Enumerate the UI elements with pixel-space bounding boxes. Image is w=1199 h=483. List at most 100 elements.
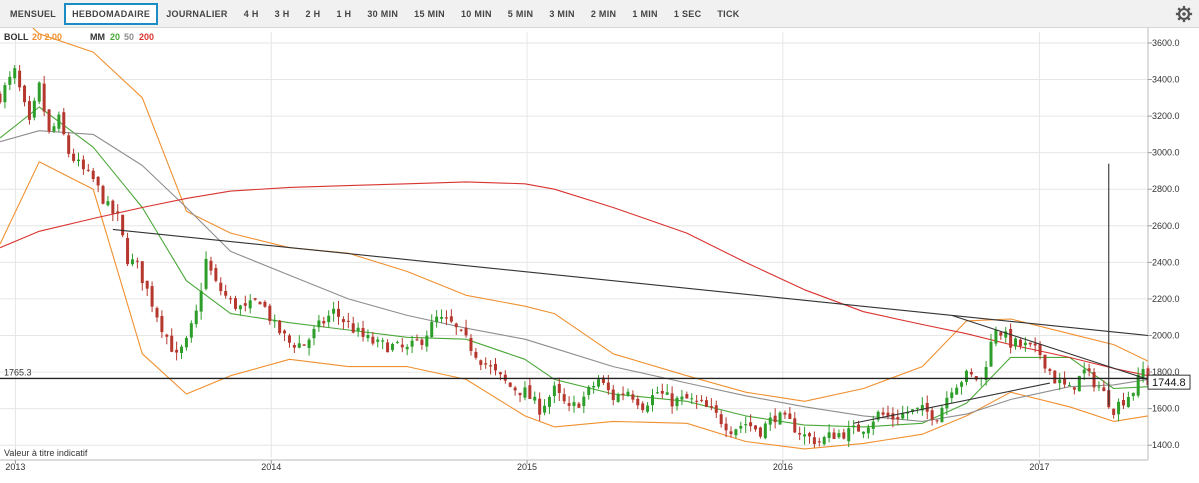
- timeframe-tab[interactable]: HEBDOMADAIRE: [64, 3, 159, 25]
- timeframe-tab[interactable]: 15 MIN: [406, 3, 453, 25]
- x-tick-label: 2016: [773, 462, 793, 472]
- candle-body: [390, 344, 394, 351]
- mm200-param: 200: [139, 32, 154, 42]
- candle-body: [812, 437, 816, 445]
- candle-body: [67, 135, 71, 154]
- candle-body: [533, 396, 537, 401]
- candle-body: [1141, 368, 1145, 378]
- candle-body: [1068, 385, 1072, 387]
- candle-body: [248, 300, 252, 309]
- candle-body: [866, 427, 870, 434]
- candle-body: [400, 344, 404, 348]
- candle-body: [278, 320, 282, 334]
- candle-body: [665, 392, 669, 395]
- candle-body: [763, 423, 767, 439]
- boll-label: BOLL: [4, 32, 29, 42]
- gear-icon[interactable]: [1175, 5, 1193, 23]
- timeframe-tab[interactable]: 3 H: [267, 3, 298, 25]
- timeframe-tab[interactable]: 2 H: [298, 3, 329, 25]
- candle-body: [1053, 370, 1057, 384]
- candle-body: [832, 432, 836, 439]
- price-chart[interactable]: 1765.3 1744.8 3600.0 3400.0 3200.0 3000.0 28…: [0, 28, 1199, 483]
- candle-body: [130, 259, 134, 265]
- candle-body: [150, 286, 154, 307]
- candle-body: [440, 316, 444, 319]
- candle-body: [798, 432, 802, 435]
- candle-body: [572, 402, 576, 406]
- candle-body: [86, 169, 90, 171]
- candle-body: [454, 323, 458, 328]
- timeframe-tab[interactable]: 2 MIN: [583, 3, 625, 25]
- candle-body: [641, 403, 645, 411]
- candle-body: [287, 335, 291, 343]
- candle-body: [616, 394, 620, 402]
- candle-body: [1043, 354, 1047, 369]
- timeframe-tab[interactable]: 30 MIN: [359, 3, 406, 25]
- candle-body: [1131, 393, 1135, 397]
- timeframe-tab[interactable]: JOURNALIER: [158, 3, 236, 25]
- candle-body: [577, 403, 581, 408]
- timeframe-tab[interactable]: 4 H: [236, 3, 267, 25]
- candle-body: [793, 418, 797, 433]
- candle-body: [224, 291, 228, 296]
- candle-body: [945, 397, 949, 409]
- candle-body: [72, 153, 76, 161]
- candle-body: [621, 393, 625, 395]
- candle-body: [361, 328, 365, 337]
- candle-body: [704, 400, 708, 407]
- timeframe-tab[interactable]: 1 MIN: [624, 3, 666, 25]
- candle-body: [405, 346, 409, 350]
- y-tick-label: 2800.0: [1152, 184, 1180, 194]
- candle-body: [135, 260, 139, 262]
- candle-body: [106, 201, 110, 206]
- candle-body: [847, 428, 851, 442]
- candle-body: [165, 334, 169, 337]
- candle-body: [204, 258, 208, 289]
- candle-body: [219, 282, 223, 292]
- candle-body: [871, 421, 875, 429]
- candle-body: [631, 394, 635, 400]
- candle-body: [62, 112, 66, 135]
- candle-body: [170, 335, 174, 352]
- candle-body: [587, 386, 591, 395]
- candle-body: [852, 425, 856, 428]
- candle-body: [268, 305, 272, 322]
- candle-body: [670, 393, 674, 407]
- timeframe-tab[interactable]: MENSUEL: [2, 3, 64, 25]
- timeframe-tab[interactable]: 1 SEC: [666, 3, 710, 25]
- candle-body: [523, 387, 527, 398]
- candle-body: [729, 431, 733, 435]
- candle-body: [935, 420, 939, 422]
- timeframe-tab[interactable]: 5 MIN: [500, 3, 542, 25]
- candle-body: [930, 410, 934, 420]
- timeframe-tab[interactable]: 1 H: [328, 3, 359, 25]
- candle-body: [214, 268, 218, 281]
- candle-body: [292, 345, 296, 348]
- candle-body: [778, 412, 782, 425]
- candle-body: [1097, 386, 1101, 388]
- candle-body: [606, 382, 610, 391]
- x-tick-label: 2015: [517, 462, 537, 472]
- timeframe-tab[interactable]: 3 MIN: [541, 3, 583, 25]
- candle-body: [582, 396, 586, 407]
- candle-body: [950, 392, 954, 399]
- candle-body: [719, 414, 723, 425]
- candle-body: [180, 346, 184, 353]
- candle-body: [47, 109, 51, 132]
- candle-body: [189, 323, 193, 338]
- candle-body: [955, 387, 959, 395]
- candle-body: [3, 85, 7, 103]
- timeframe-toolbar: MENSUEL HEBDOMADAIRE JOURNALIER 4 H3 H2 H1 …: [0, 0, 1199, 28]
- candle-body: [842, 432, 846, 439]
- candle-body: [964, 370, 968, 382]
- candle-body: [915, 407, 919, 409]
- candle-body: [356, 327, 360, 331]
- candle-body: [807, 433, 811, 437]
- y-tick-label: 3200.0: [1152, 111, 1180, 121]
- candle-body: [827, 432, 831, 438]
- timeframe-tab[interactable]: 10 MIN: [453, 3, 500, 25]
- disclaimer-text: Valeur à titre indicatif: [4, 448, 88, 458]
- candle-body: [1072, 387, 1076, 390]
- timeframe-tab[interactable]: TICK: [709, 3, 747, 25]
- last-price-marker: 1744.8: [1147, 374, 1191, 390]
